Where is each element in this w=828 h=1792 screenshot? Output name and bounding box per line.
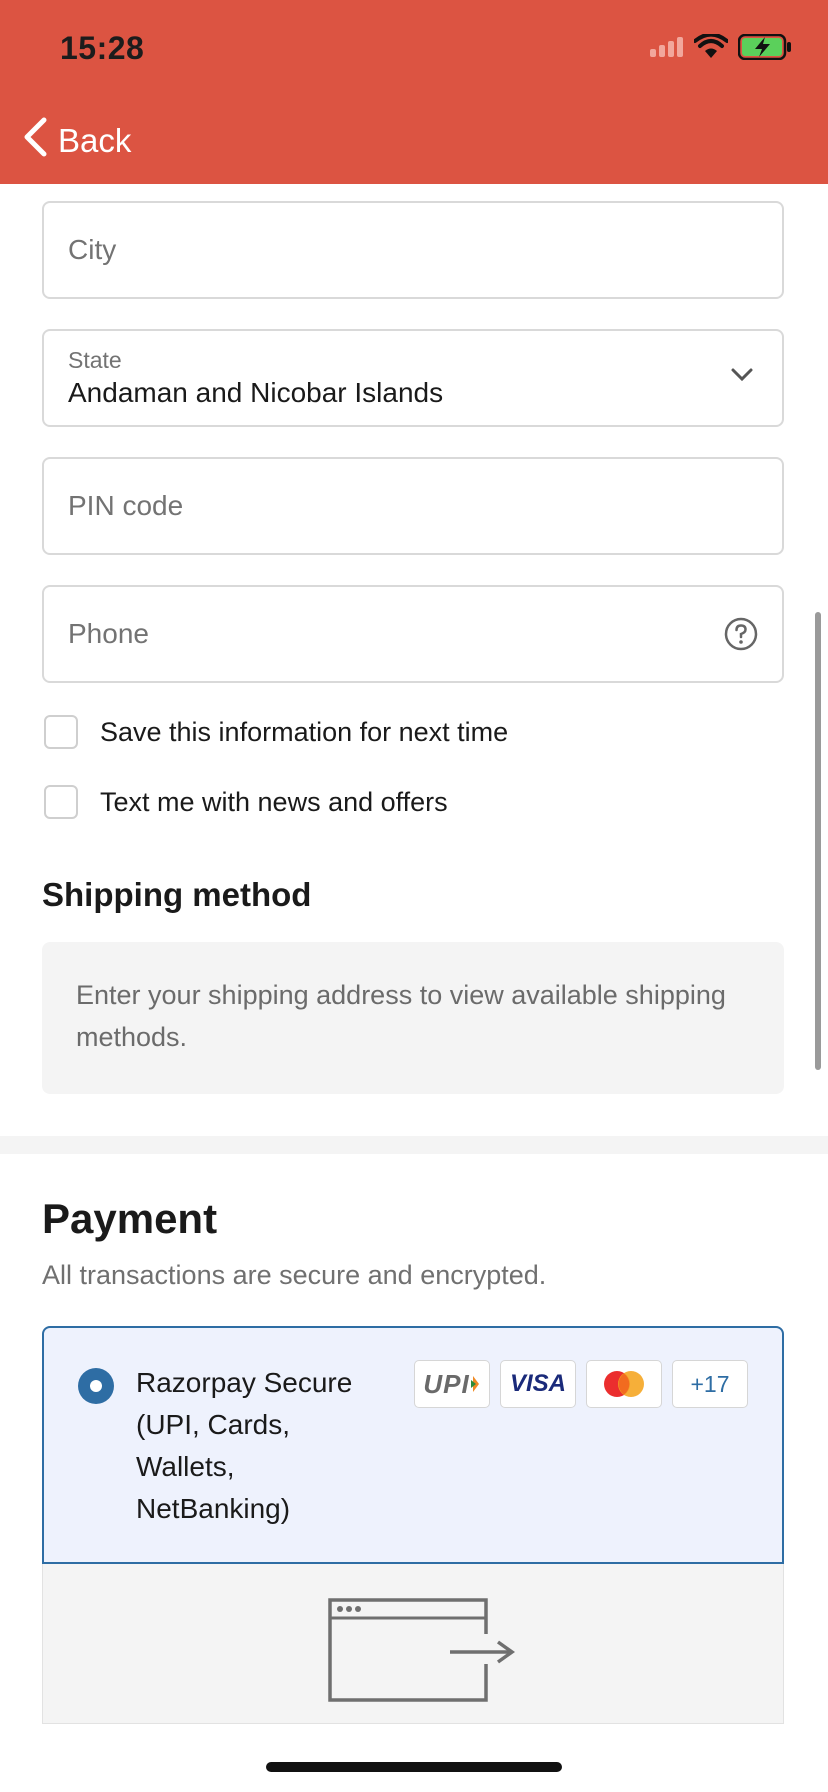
chevron-down-icon bbox=[730, 367, 754, 388]
browser-redirect-icon bbox=[328, 1598, 528, 1713]
bottom-safe-area bbox=[0, 1724, 828, 1792]
state-label: State bbox=[68, 347, 122, 373]
payment-title: Payment bbox=[42, 1195, 218, 1242]
save-info-row[interactable]: Save this information for next time bbox=[44, 715, 508, 749]
chevron-left-icon bbox=[22, 116, 48, 166]
scrollbar[interactable] bbox=[815, 612, 821, 1070]
home-indicator[interactable] bbox=[266, 1762, 562, 1772]
pin-code-placeholder: PIN code bbox=[68, 490, 184, 521]
phone-field[interactable]: Phone bbox=[42, 585, 784, 683]
state-select[interactable]: State Andaman and Nicobar Islands bbox=[42, 329, 784, 427]
city-field[interactable]: City bbox=[42, 201, 784, 299]
signal-icon bbox=[648, 37, 684, 62]
help-icon[interactable] bbox=[724, 617, 758, 656]
state-value: Andaman and Nicobar Islands bbox=[68, 377, 444, 408]
more-methods-badge: +17 bbox=[672, 1360, 748, 1408]
radio-selected[interactable] bbox=[78, 1368, 114, 1404]
payment-badges: UPI VISA +17 bbox=[414, 1360, 748, 1408]
upi-badge: UPI bbox=[414, 1360, 490, 1408]
city-placeholder: City bbox=[68, 234, 117, 265]
back-button[interactable]: Back bbox=[22, 116, 131, 166]
shipping-method-title: Shipping method bbox=[42, 876, 312, 913]
razorpay-option[interactable]: Razorpay Secure (UPI, Cards, Wallets, Ne… bbox=[42, 1326, 784, 1564]
save-info-checkbox[interactable] bbox=[44, 715, 78, 749]
status-time: 15:28 bbox=[60, 30, 145, 66]
visa-badge: VISA bbox=[500, 1360, 576, 1408]
text-offers-label: Text me with news and offers bbox=[100, 786, 448, 817]
wifi-icon bbox=[693, 32, 729, 65]
payment-subtitle: All transactions are secure and encrypte… bbox=[42, 1260, 547, 1290]
pin-code-field[interactable]: PIN code bbox=[42, 457, 784, 555]
mastercard-badge bbox=[586, 1360, 662, 1408]
app-header: 15:28 Back bbox=[0, 0, 828, 184]
battery-icon bbox=[737, 33, 792, 65]
razorpay-label: Razorpay Secure (UPI, Cards, Wallets, Ne… bbox=[136, 1367, 353, 1524]
back-label: Back bbox=[58, 122, 132, 159]
section-divider bbox=[0, 1136, 828, 1154]
redirect-panel bbox=[42, 1564, 784, 1724]
save-info-label: Save this information for next time bbox=[100, 716, 509, 747]
text-offers-row[interactable]: Text me with news and offers bbox=[44, 785, 448, 819]
phone-placeholder: Phone bbox=[68, 618, 149, 649]
shipping-note: Enter your shipping address to view avai… bbox=[42, 942, 784, 1094]
status-icons bbox=[648, 32, 792, 65]
text-offers-checkbox[interactable] bbox=[44, 785, 78, 819]
